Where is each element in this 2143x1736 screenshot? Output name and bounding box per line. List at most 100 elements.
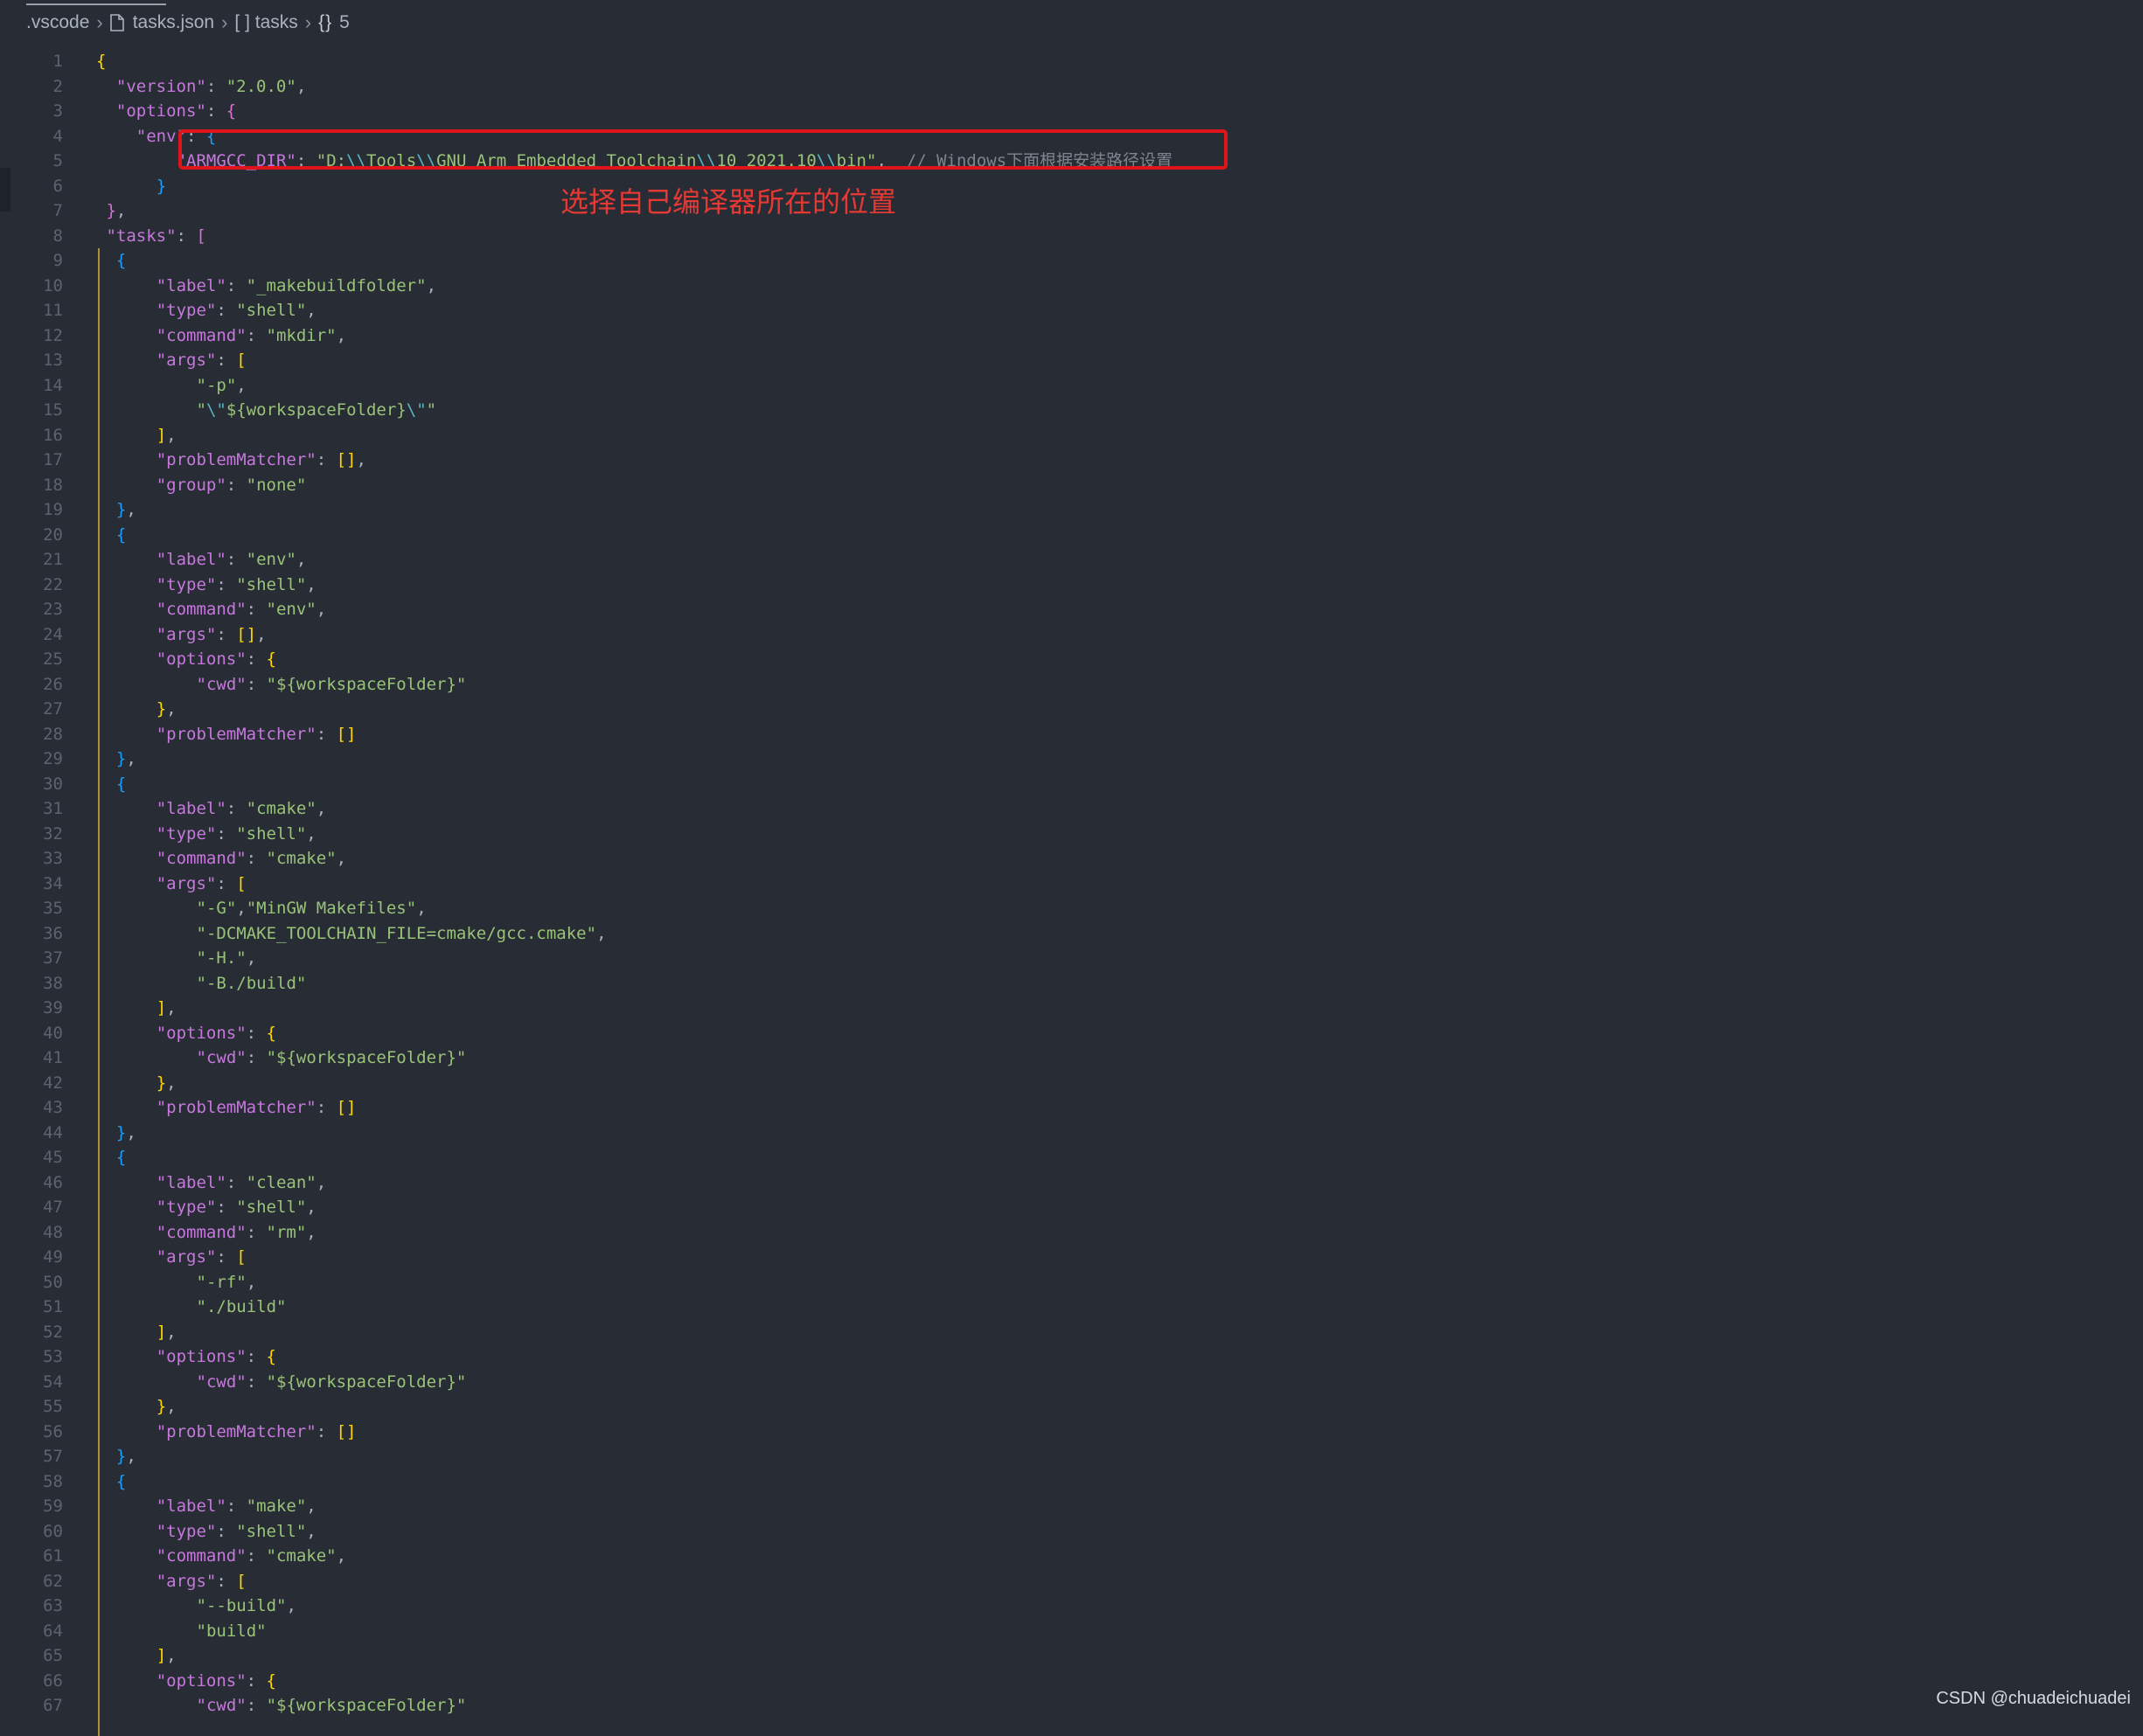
code-line[interactable]: 42}, (0, 1071, 2143, 1096)
code-text[interactable]: "group": "none" (157, 473, 307, 498)
code-text[interactable]: { (116, 523, 126, 548)
code-text[interactable]: "label": "_makebuildfolder", (157, 274, 436, 299)
code-text[interactable]: ], (157, 996, 177, 1021)
code-text[interactable]: "-DCMAKE_TOOLCHAIN_FILE=cmake/gcc.cmake"… (197, 921, 607, 947)
code-line[interactable]: 43 "problemMatcher": [] (0, 1095, 2143, 1121)
code-text[interactable]: "cwd": "${workspaceFolder}" (197, 1370, 467, 1395)
code-line[interactable]: 39], (0, 996, 2143, 1021)
code-text[interactable]: "-G","MinGW Makefiles", (197, 896, 427, 921)
code-text[interactable]: "command": "cmake", (157, 846, 346, 871)
code-line[interactable]: 37 "-H.", (0, 946, 2143, 971)
code-text[interactable]: "--build", (197, 1594, 296, 1619)
code-text[interactable]: }, (116, 1121, 136, 1146)
code-line[interactable]: 1{ (0, 49, 2143, 74)
code-line[interactable]: 32 "type": "shell", (0, 822, 2143, 847)
code-text[interactable]: }, (116, 1444, 136, 1469)
code-text[interactable]: "type": "shell", (157, 822, 317, 847)
code-line[interactable]: 23 "command": "env", (0, 597, 2143, 622)
code-line[interactable]: 19}, (0, 497, 2143, 523)
code-line[interactable]: 6} (0, 174, 2143, 199)
code-text[interactable]: }, (157, 1394, 177, 1420)
code-line[interactable]: 53 "options": { (0, 1344, 2143, 1370)
code-line[interactable]: 61 "command": "cmake", (0, 1544, 2143, 1569)
code-line[interactable]: 33 "command": "cmake", (0, 846, 2143, 871)
code-line[interactable]: 28 "problemMatcher": [] (0, 722, 2143, 747)
code-line[interactable]: 62 "args": [ (0, 1569, 2143, 1594)
code-text[interactable]: { (116, 1469, 126, 1495)
code-line[interactable]: 35 "-G","MinGW Makefiles", (0, 896, 2143, 921)
code-text[interactable]: }, (116, 497, 136, 523)
code-line[interactable]: 54 "cwd": "${workspaceFolder}" (0, 1370, 2143, 1395)
code-text[interactable]: "-p", (197, 373, 247, 399)
code-text[interactable]: "command": "cmake", (157, 1544, 346, 1569)
code-line[interactable]: 59 "label": "make", (0, 1494, 2143, 1519)
code-line[interactable]: 17 "problemMatcher": [], (0, 448, 2143, 473)
code-text[interactable]: "problemMatcher": [] (157, 1095, 357, 1121)
code-line[interactable]: 47 "type": "shell", (0, 1195, 2143, 1220)
code-line[interactable]: 44}, (0, 1121, 2143, 1146)
code-text[interactable]: "-B./build" (197, 971, 307, 996)
code-line[interactable]: 20 { (0, 523, 2143, 548)
code-text[interactable]: "label": "clean", (157, 1170, 327, 1196)
code-line[interactable]: 48 "command": "rm", (0, 1220, 2143, 1246)
code-line[interactable]: 25 "options": { (0, 647, 2143, 672)
code-text[interactable]: "label": "make", (157, 1494, 317, 1519)
breadcrumb-index[interactable]: 5 (339, 12, 350, 33)
code-text[interactable]: "label": "env", (157, 547, 307, 573)
code-line[interactable]: 13 "args": [ (0, 348, 2143, 373)
code-text[interactable]: "type": "shell", (157, 298, 317, 323)
code-text[interactable]: "args": [ (157, 1245, 247, 1270)
code-line[interactable]: 12 "command": "mkdir", (0, 323, 2143, 349)
code-text[interactable]: "-rf", (197, 1270, 257, 1295)
code-line[interactable]: 29}, (0, 746, 2143, 772)
code-text[interactable]: "args": [ (157, 1569, 247, 1594)
code-line[interactable]: 26 "cwd": "${workspaceFolder}" (0, 672, 2143, 698)
code-text[interactable]: "command": "env", (157, 597, 327, 622)
code-line[interactable]: 3 "options": { (0, 99, 2143, 124)
code-line[interactable]: 15 "\"${workspaceFolder}\"" (0, 398, 2143, 423)
code-text[interactable]: } (157, 174, 166, 199)
code-line[interactable]: 63 "--build", (0, 1594, 2143, 1619)
code-line[interactable]: 11 "type": "shell", (0, 298, 2143, 323)
code-line[interactable]: 9{ (0, 248, 2143, 274)
code-line[interactable]: 10 "label": "_makebuildfolder", (0, 274, 2143, 299)
code-line[interactable]: 60 "type": "shell", (0, 1519, 2143, 1545)
breadcrumb-folder[interactable]: .vscode (26, 12, 89, 33)
code-text[interactable]: ], (157, 423, 177, 448)
code-text[interactable]: "problemMatcher": [], (157, 448, 366, 473)
code-line[interactable]: 8 "tasks": [ (0, 224, 2143, 249)
breadcrumb-tasks[interactable]: [ ] tasks (234, 12, 297, 33)
code-line[interactable]: 64 "build" (0, 1619, 2143, 1644)
code-text[interactable]: "options": { (157, 647, 276, 672)
code-line[interactable]: 40 "options": { (0, 1021, 2143, 1046)
code-line[interactable]: 22 "type": "shell", (0, 573, 2143, 598)
code-line[interactable]: 7}, (0, 198, 2143, 224)
code-text[interactable]: "version": "2.0.0", (116, 74, 306, 100)
code-text[interactable]: "type": "shell", (157, 1195, 317, 1220)
code-line[interactable]: 66 "options": { (0, 1669, 2143, 1694)
code-text[interactable]: "tasks": [ (106, 224, 205, 249)
code-text[interactable]: "args": [], (157, 622, 267, 648)
code-line[interactable]: 58 { (0, 1469, 2143, 1495)
code-line[interactable]: 57}, (0, 1444, 2143, 1469)
code-line[interactable]: 67 "cwd": "${workspaceFolder}" (0, 1693, 2143, 1719)
code-line[interactable]: 49 "args": [ (0, 1245, 2143, 1270)
code-line[interactable]: 36 "-DCMAKE_TOOLCHAIN_FILE=cmake/gcc.cmak… (0, 921, 2143, 947)
code-text[interactable]: "options": { (157, 1021, 276, 1046)
code-text[interactable]: "options": { (157, 1344, 276, 1370)
code-text[interactable]: "problemMatcher": [] (157, 1420, 357, 1445)
code-line[interactable]: 14 "-p", (0, 373, 2143, 399)
code-line[interactable]: 21 "label": "env", (0, 547, 2143, 573)
code-text[interactable]: }, (157, 1071, 177, 1096)
code-text[interactable]: "build" (197, 1619, 267, 1644)
code-text[interactable]: { (96, 49, 106, 74)
code-line[interactable]: 27}, (0, 697, 2143, 722)
code-text[interactable]: "type": "shell", (157, 1519, 317, 1545)
code-text[interactable]: "command": "rm", (157, 1220, 317, 1246)
code-text[interactable]: "type": "shell", (157, 573, 317, 598)
code-line[interactable]: 55}, (0, 1394, 2143, 1420)
code-text[interactable]: { (116, 248, 126, 274)
code-line[interactable]: 31 "label": "cmake", (0, 796, 2143, 822)
code-text[interactable]: "args": [ (157, 871, 247, 897)
code-line[interactable]: 30 { (0, 772, 2143, 797)
